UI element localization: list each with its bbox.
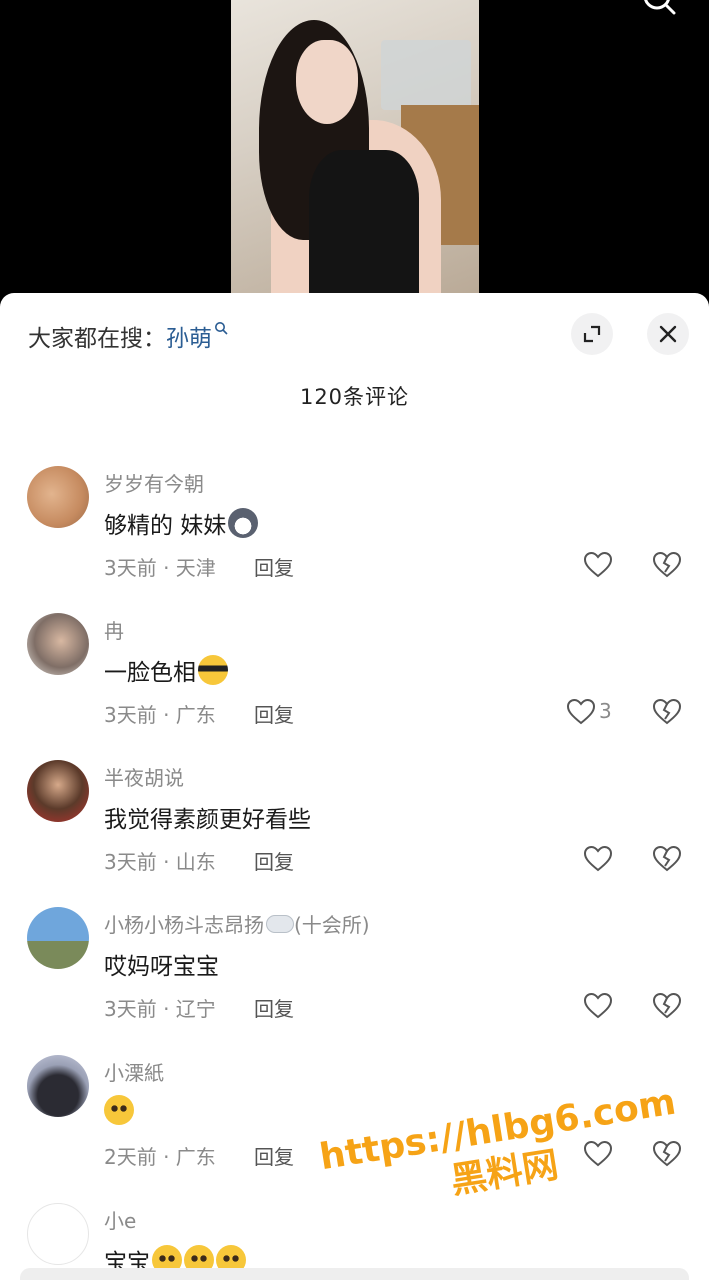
- heart-outline-icon[interactable]: [583, 845, 613, 873]
- pleading-face-emoji: [104, 1095, 134, 1125]
- comment-meta: 3天前 · 广东: [104, 703, 216, 727]
- video-player[interactable]: [0, 0, 709, 300]
- comment-item: 半夜胡说 我觉得素颜更好看些 3天前 · 山东 回复: [0, 760, 709, 900]
- comment-item: 小杨小杨斗志昂扬 (十会所) 哎妈呀宝宝 3天前 · 辽宁 回复: [0, 907, 709, 1047]
- heart-outline-icon[interactable]: [583, 551, 613, 579]
- avatar[interactable]: [27, 466, 89, 528]
- broken-heart-icon[interactable]: [652, 551, 682, 579]
- comment-text: 够精的 妹妹: [104, 506, 259, 540]
- comment-text: 一脸色相: [104, 653, 228, 687]
- avatar[interactable]: [27, 613, 89, 675]
- cloud-emoji: [266, 915, 294, 933]
- hot-search-keyword[interactable]: 孙萌: [166, 326, 212, 352]
- comment-text: 哎妈呀宝宝: [104, 954, 219, 980]
- heart-outline-icon[interactable]: [583, 992, 613, 1020]
- comment-input-bar[interactable]: [20, 1268, 689, 1280]
- expand-icon: [583, 325, 601, 343]
- reply-button[interactable]: 回复: [254, 846, 294, 875]
- comment-text: [104, 1095, 134, 1126]
- search-icon: [215, 322, 228, 335]
- hot-search-banner[interactable]: 大家都在搜：孙萌: [28, 319, 228, 353]
- comment-meta: 3天前 · 辽宁: [104, 997, 216, 1021]
- comment-username[interactable]: 小e: [104, 1205, 136, 1234]
- close-button[interactable]: [647, 313, 689, 355]
- sunglasses-emoji: [198, 655, 228, 685]
- search-icon[interactable]: [640, 0, 676, 18]
- broken-heart-icon[interactable]: [652, 698, 682, 726]
- comment-text: 我觉得素颜更好看些: [104, 807, 311, 833]
- heart-outline-icon[interactable]: [566, 698, 596, 726]
- comment-item: 岁岁有今朝 够精的 妹妹 3天前 · 天津 回复: [0, 466, 709, 606]
- video-thumbnail: [231, 0, 479, 300]
- comment-count: 120条评论: [299, 385, 410, 409]
- avatar[interactable]: [27, 1203, 89, 1265]
- comment-item: 冉 一脸色相 3天前 · 广东 回复 3: [0, 613, 709, 753]
- comment-username[interactable]: 岁岁有今朝: [104, 468, 204, 497]
- comment-meta: 3天前 · 山东: [104, 850, 216, 874]
- like-count: 3: [599, 699, 612, 723]
- avatar[interactable]: [27, 1055, 89, 1117]
- comment-username[interactable]: 半夜胡说: [104, 762, 184, 791]
- reply-button[interactable]: 回复: [254, 699, 294, 728]
- hot-search-prefix: 大家都在搜：: [28, 326, 166, 352]
- broken-heart-icon[interactable]: [652, 992, 682, 1020]
- comment-meta: 3天前 · 天津: [104, 556, 216, 580]
- broken-heart-icon[interactable]: [652, 845, 682, 873]
- comment-username[interactable]: 小溧紙: [104, 1057, 164, 1086]
- comment-username[interactable]: 冉: [104, 615, 124, 644]
- reply-button[interactable]: 回复: [254, 552, 294, 581]
- comment-meta: 2天前 · 广东: [104, 1145, 216, 1169]
- reply-button[interactable]: 回复: [254, 1141, 294, 1170]
- avatar[interactable]: [27, 760, 89, 822]
- reply-button[interactable]: 回复: [254, 993, 294, 1022]
- avatar[interactable]: [27, 907, 89, 969]
- comment-username[interactable]: 小杨小杨斗志昂扬 (十会所): [104, 909, 370, 938]
- close-icon: [659, 325, 677, 343]
- expand-button[interactable]: [571, 313, 613, 355]
- husky-emoji: [228, 508, 259, 538]
